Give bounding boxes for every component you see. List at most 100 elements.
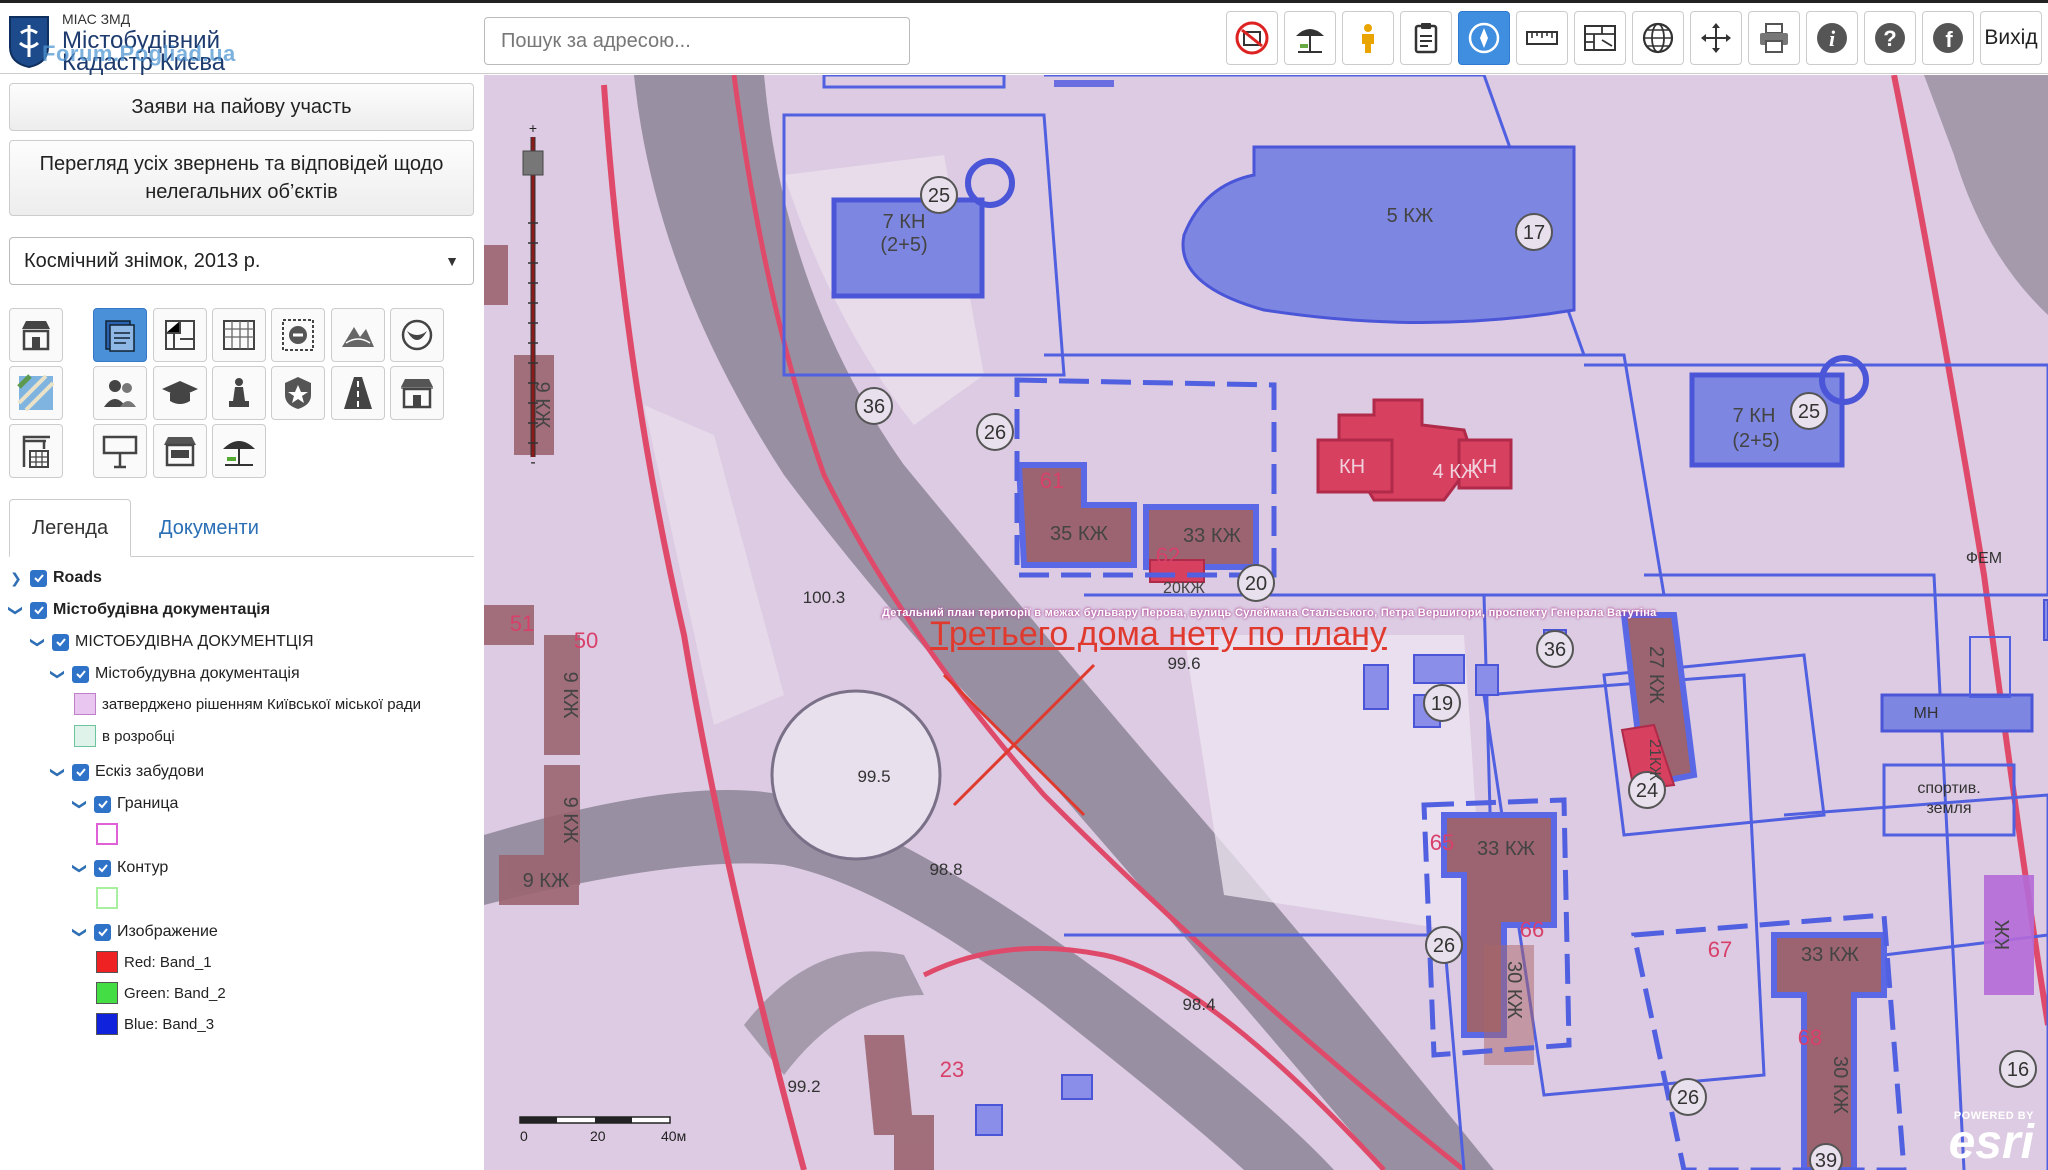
layer-police-button[interactable]: [271, 366, 325, 420]
checkbox-urban-docs-upper[interactable]: [52, 633, 69, 651]
layer-relief-button[interactable]: [331, 308, 385, 362]
tree-item-border[interactable]: ❯ Граница: [72, 791, 178, 817]
ruler-icon: [1526, 31, 1558, 45]
pan-button[interactable]: [1690, 11, 1742, 65]
map-label-b16: 9 КЖ: [559, 797, 581, 844]
address-search-input[interactable]: [484, 17, 910, 65]
layer-kiosks-button[interactable]: [153, 424, 207, 478]
restriction-zone-icon: [282, 319, 314, 351]
help-button[interactable]: ?: [1864, 11, 1916, 65]
billboard-icon: [102, 435, 138, 469]
illegal-objects-button[interactable]: Перегляд усіх звернень та відповідей щод…: [9, 140, 474, 216]
map-label-kn2: КН: [1471, 456, 1497, 478]
checkbox-urban-docs-sub[interactable]: [72, 665, 89, 683]
tree-item-urban-docs-upper[interactable]: ❯ МІСТОБУДІВНА ДОКУМЕНТЦІЯ: [30, 629, 314, 655]
report-button[interactable]: [1400, 11, 1452, 65]
checkbox-image[interactable]: [94, 923, 111, 941]
layer-beaches-button[interactable]: [212, 424, 266, 478]
zoom-handle[interactable]: [522, 150, 544, 176]
layer-cadastre-button[interactable]: [212, 308, 266, 362]
layer-monuments-button[interactable]: [212, 366, 266, 420]
map-label-n68: 68: [1798, 1025, 1822, 1050]
checkbox-urban-docs[interactable]: [30, 601, 47, 619]
layer-restrictions-button[interactable]: [271, 308, 325, 362]
layer-satellite-button[interactable]: [9, 366, 63, 420]
map-label-b2s: (2+5): [880, 234, 927, 256]
collapse-arrow-icon[interactable]: ❯: [72, 924, 89, 940]
tree-item-urban-docs-sub[interactable]: ❯ Містобудувна документація: [50, 661, 300, 687]
collapse-arrow-icon[interactable]: ❯: [72, 796, 89, 812]
tree-item-roads[interactable]: ❯ Roads: [8, 565, 102, 591]
esri-logo[interactable]: POWERED BY esri: [1948, 1110, 2034, 1169]
zoom-slider[interactable]: + -: [522, 123, 544, 467]
checkbox-border[interactable]: [94, 795, 111, 813]
layer-advertising-button[interactable]: [93, 424, 147, 478]
map-label-c26a: 26: [984, 422, 1006, 444]
site-logo[interactable]: МІАС ЗМД Містобудівний Кадастр Києва For…: [6, 9, 486, 76]
swatch-in-progress: [74, 725, 96, 747]
layers-button[interactable]: [1574, 11, 1626, 65]
layer-markets-button[interactable]: [390, 366, 444, 420]
market-stall-icon: [401, 379, 433, 409]
esri-name: esri: [1948, 1116, 2034, 1169]
expand-arrow-icon[interactable]: ❯: [8, 570, 24, 587]
tab-legend[interactable]: Легенда: [9, 499, 132, 557]
layer-population-button[interactable]: [93, 366, 147, 420]
legend-green-band: Green: Band_2: [96, 980, 226, 1006]
tree-item-urban-docs[interactable]: ❯ Містобудівна документація: [8, 597, 270, 623]
info-button[interactable]: i: [1806, 11, 1858, 65]
layer-education-button[interactable]: [153, 366, 207, 420]
zoom-in-icon[interactable]: +: [529, 123, 537, 136]
map-label-e992: 99.2: [787, 1077, 820, 1096]
tree-item-sketch[interactable]: ❯ Ескіз забудови: [50, 759, 204, 785]
layer-construction-button[interactable]: [9, 424, 63, 478]
legend-blue-band: Blue: Band_3: [96, 1011, 214, 1037]
map-label-c26b: 26: [1433, 935, 1455, 957]
map-label-fem: ФЕМ: [1966, 550, 2002, 567]
shared-participation-button[interactable]: Заяви на пайову участь: [9, 83, 474, 131]
map-label-b10: 33 КЖ: [1801, 944, 1859, 966]
no-construction-button[interactable]: [1226, 11, 1278, 65]
annotation-text: Третьего дома нету по плану: [930, 615, 1387, 653]
print-button[interactable]: [1748, 11, 1800, 65]
collapse-arrow-icon[interactable]: ❯: [50, 764, 67, 780]
layer-green-zones-button[interactable]: [390, 308, 444, 362]
left-panel: Заяви на пайову участь Перегляд усіх зве…: [0, 75, 484, 1170]
map-label-c25b: 25: [1798, 401, 1820, 423]
map-label-e996: 99.6: [1167, 654, 1200, 673]
legend-approved: затверджено рішенням Київської міської р…: [74, 691, 421, 717]
geolocation-button[interactable]: [1632, 11, 1684, 65]
basemap-select[interactable]: Космічний знімок, 2013 р. ▼: [9, 237, 474, 285]
collapse-arrow-icon[interactable]: ❯: [8, 602, 25, 618]
layer-urban-docs-button[interactable]: [93, 308, 147, 362]
layer-roads-button[interactable]: [331, 366, 385, 420]
kiosk-icon: [164, 437, 196, 467]
green-zones-icon: [401, 319, 433, 351]
help-icon: ?: [1875, 23, 1905, 53]
legend-label-approved: затверджено рішенням Київської міської р…: [102, 695, 422, 713]
facebook-button[interactable]: f: [1922, 11, 1974, 65]
info-icon: i: [1817, 23, 1847, 53]
collapse-arrow-icon[interactable]: ❯: [50, 666, 67, 682]
navigation-button[interactable]: [1458, 11, 1510, 65]
map-label-b7: 20КЖ: [1163, 580, 1205, 597]
layer-zoning-button[interactable]: [153, 308, 207, 362]
zoom-out-icon[interactable]: -: [530, 454, 535, 467]
monument-icon: [229, 378, 249, 407]
tree-item-image[interactable]: ❯ Изображение: [72, 919, 218, 945]
map-view[interactable]: 25 17 36 26 25 20 36 19 24 26 26 39 16 5…: [484, 75, 2048, 1170]
street-view-button[interactable]: [1342, 11, 1394, 65]
top-bar: МІАС ЗМД Містобудівний Кадастр Києва For…: [0, 0, 2048, 76]
satellite-map-icon: [17, 374, 55, 412]
checkbox-roads[interactable]: [30, 569, 47, 587]
tree-item-contour[interactable]: ❯ Контур: [72, 855, 168, 881]
checkbox-sketch[interactable]: [72, 763, 89, 781]
measure-button[interactable]: [1516, 11, 1568, 65]
exit-button[interactable]: Вихід: [1980, 11, 2042, 65]
recreation-zones-button[interactable]: [1284, 11, 1336, 65]
tab-documents[interactable]: Документи: [137, 499, 281, 557]
layer-trade-button[interactable]: [9, 308, 63, 362]
collapse-arrow-icon[interactable]: ❯: [30, 634, 47, 650]
checkbox-contour[interactable]: [94, 859, 111, 877]
collapse-arrow-icon[interactable]: ❯: [72, 860, 89, 876]
